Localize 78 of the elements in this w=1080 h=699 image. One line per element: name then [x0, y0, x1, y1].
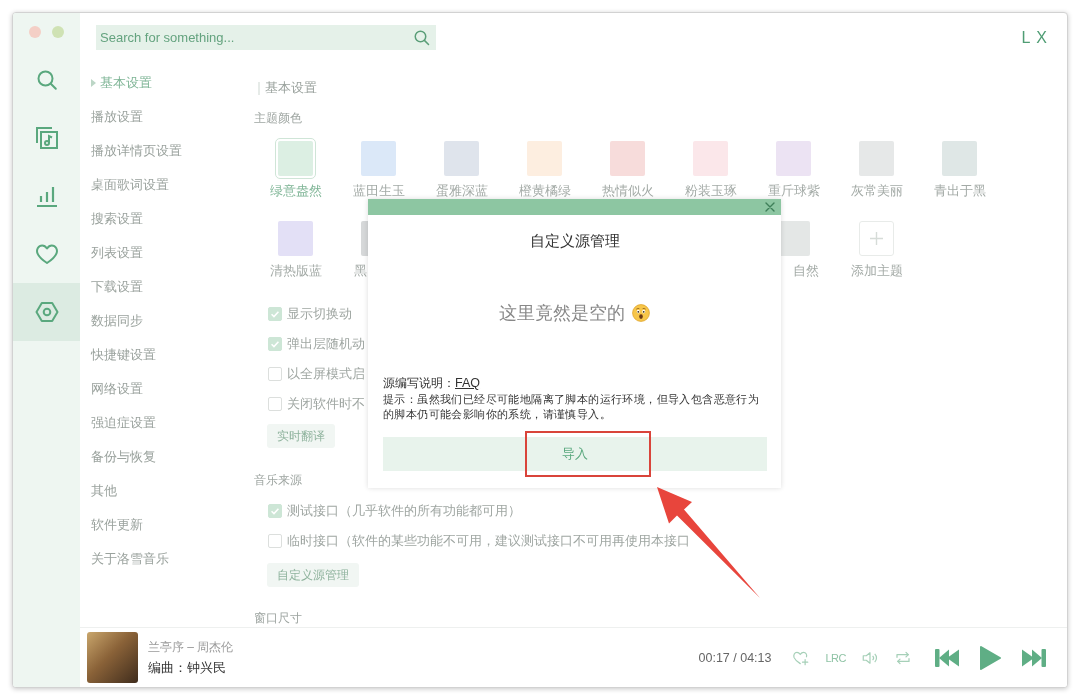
checkbox[interactable] [268, 504, 282, 518]
settings-menu-item[interactable]: 快捷键设置 [80, 338, 235, 372]
theme-option[interactable]: 灰常美丽 [835, 136, 918, 199]
theme-option[interactable]: 自然 [781, 216, 835, 279]
group-label: 窗口尺寸 [254, 610, 303, 626]
theme-option[interactable]: 青出于黑 [918, 136, 1001, 199]
option-label: 关闭软件时不 [287, 395, 365, 413]
settings-menu-item[interactable]: 数据同步 [80, 304, 235, 338]
theme-option[interactable]: 蛋雅深蓝 [420, 136, 503, 199]
theme-option[interactable]: 绿意盎然 [254, 136, 337, 199]
settings-menu-item[interactable]: 桌面歌词设置 [80, 168, 235, 202]
checkbox[interactable] [268, 534, 282, 548]
import-button[interactable]: 导入 [383, 437, 767, 471]
settings-menu-item[interactable]: 播放设置 [80, 100, 235, 134]
faq-link[interactable]: FAQ [455, 376, 480, 390]
caret-icon [91, 79, 96, 87]
settings-menu-item[interactable]: 播放详情页设置 [80, 134, 235, 168]
option-label: 临时接口（软件的某些功能不可用，建议测试接口不可用再使用本接口 [287, 532, 690, 550]
option-label: 以全屏模式启 [287, 365, 365, 383]
settings-menu-item[interactable]: 下载设置 [80, 270, 235, 304]
group-label: 主题颜色 [254, 110, 303, 126]
settings-menu-item[interactable]: 其他 [80, 474, 235, 508]
search-icon [34, 68, 59, 92]
search-field[interactable]: Search for something... [96, 25, 436, 50]
checkbox[interactable] [268, 337, 282, 351]
close-button[interactable] [765, 202, 775, 212]
checkbox[interactable] [268, 397, 282, 411]
play-button[interactable] [978, 644, 1002, 671]
source-note: 源编写说明：FAQ [383, 375, 480, 392]
settings-menu-item[interactable]: 强迫症设置 [80, 406, 235, 440]
next-button[interactable] [1021, 646, 1047, 669]
settings-icon [34, 300, 59, 324]
settings-menu-item[interactable]: 网络设置 [80, 372, 235, 406]
astonished-face-icon [632, 304, 650, 322]
theme-option[interactable]: 添加主题 [835, 216, 918, 279]
album-cover-placeholder [87, 632, 138, 683]
bar-chart-icon [34, 184, 59, 208]
settings-menu-item[interactable]: 备份与恢复 [80, 440, 235, 474]
skip-forward-icon [1021, 646, 1047, 669]
search-icon[interactable] [413, 28, 431, 47]
close-icon [765, 202, 775, 212]
theme-option[interactable]: 黑 [337, 216, 368, 279]
previous-button[interactable] [934, 646, 960, 669]
option-label: 测试接口（几乎软件的所有功能都可用） [287, 502, 521, 520]
music-note-icon [34, 126, 59, 150]
nav-tab[interactable] [13, 283, 80, 341]
settings-menu-item[interactable]: 搜索设置 [80, 202, 235, 236]
song-title: 兰亭序 – 周杰伦 [148, 639, 234, 656]
song-credit: 编曲：钟兴民 [148, 660, 226, 677]
theme-option[interactable]: 清热版蓝 [254, 216, 337, 279]
checkbox[interactable] [268, 367, 282, 381]
option-label: 显示切换动 [287, 305, 352, 323]
dialog-title: 自定义源管理 [529, 231, 620, 251]
theme-option[interactable]: 粉装玉琢 [669, 136, 752, 199]
lyrics-button[interactable]: LRC [825, 648, 846, 667]
theme-option[interactable]: 蓝田生玉 [337, 136, 420, 199]
warning-text: 提示：虽然我们已经尽可能地隔离了脚本的运行环境，但导入包含恶意行为的脚本仍可能会影响你的系统，请谨慎导入。 [383, 392, 761, 422]
skip-back-icon [934, 646, 960, 669]
theme-option[interactable]: 重斤球紫 [752, 136, 835, 199]
play-icon [978, 644, 1002, 671]
theme-option[interactable]: 橙黄橘绿 [503, 136, 586, 199]
settings-menu-item[interactable]: 列表设置 [80, 236, 235, 270]
heart-icon [34, 242, 59, 266]
maximize-dot-icon[interactable] [52, 26, 64, 38]
checkbox[interactable] [268, 307, 282, 321]
empty-message: 这里竟然是空的 [499, 302, 625, 325]
section-title: 基本设置 [265, 81, 317, 95]
settings-menu-item[interactable]: 基本设置 [80, 66, 235, 100]
theme-option[interactable]: 热情似火 [586, 136, 669, 199]
app-logo: L X [1021, 28, 1048, 48]
settings-menu-item[interactable]: 关于洛雪音乐 [80, 542, 235, 576]
group-label: 音乐来源 [254, 472, 303, 488]
settings-button[interactable]: 实时翻译 [267, 424, 335, 448]
settings-menu-item[interactable]: 软件更新 [80, 508, 235, 542]
custom-source-button[interactable]: 自定义源管理 [267, 563, 359, 587]
playback-time: 00:17 / 04:13 [698, 650, 772, 665]
option-label: 弹出层随机动 [287, 335, 365, 353]
close-dot-icon[interactable] [29, 26, 41, 38]
